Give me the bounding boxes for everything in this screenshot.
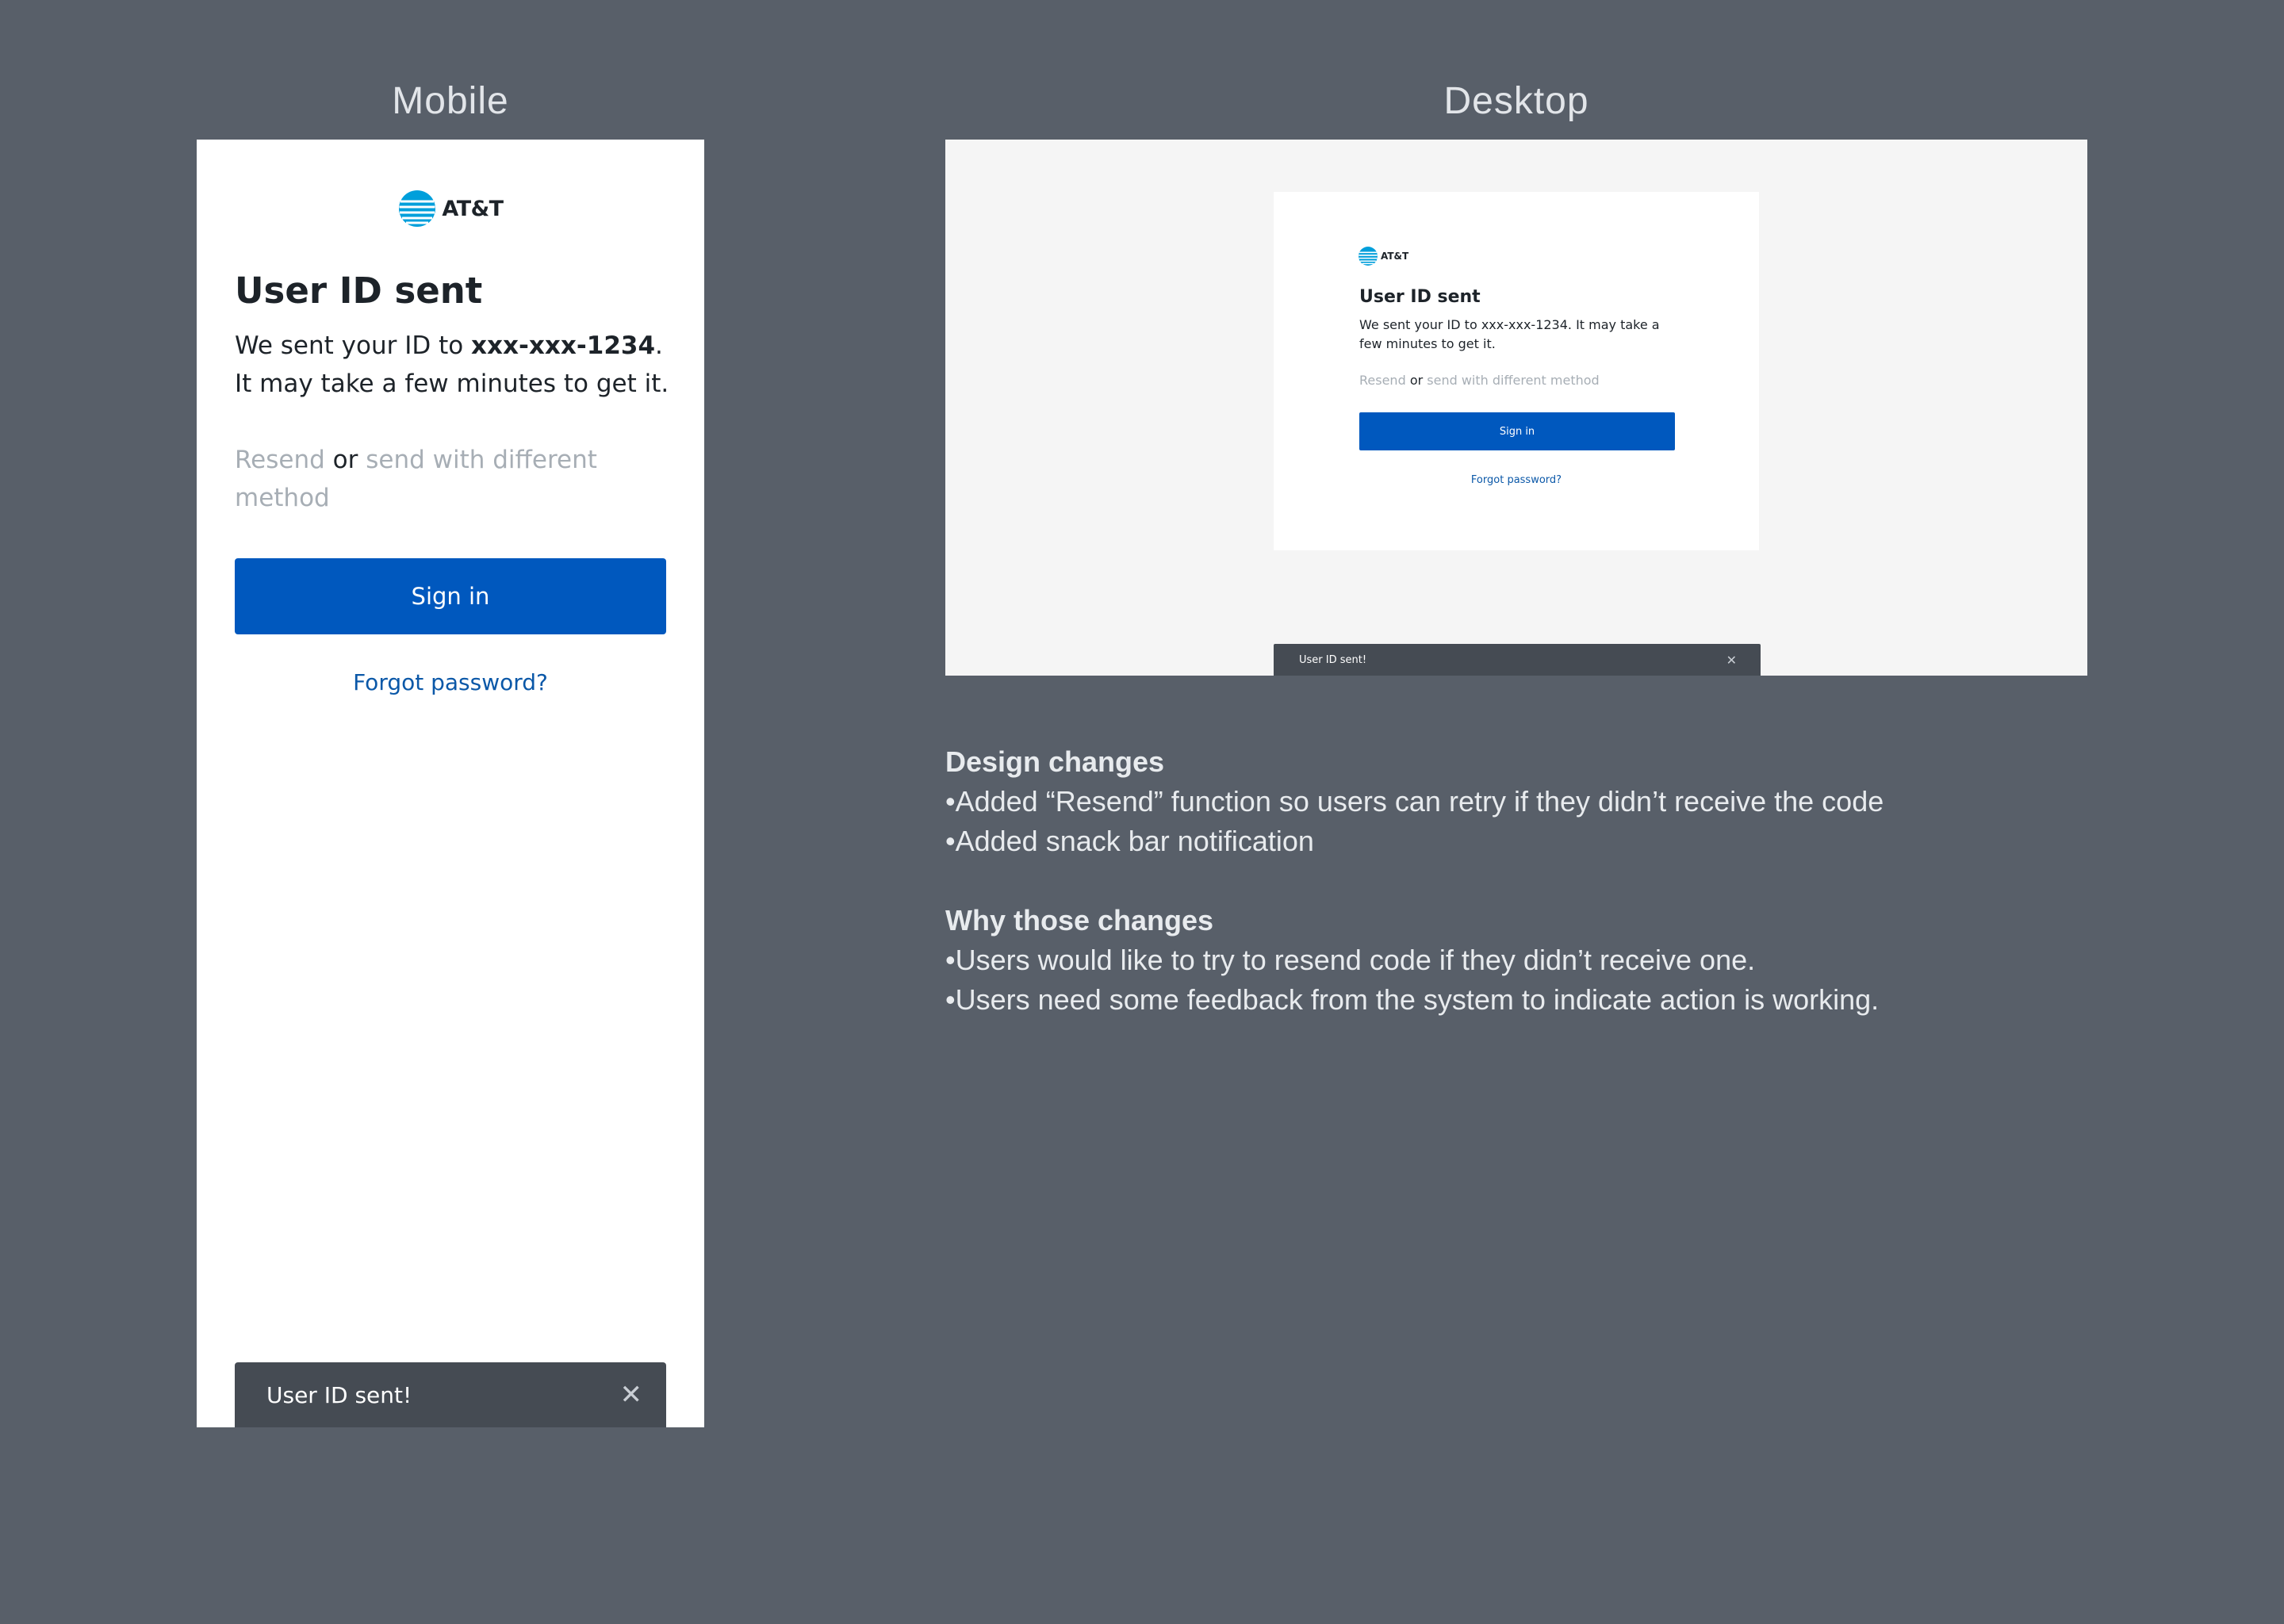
brand-logo: AT&T — [197, 189, 704, 228]
resend-link[interactable]: Resend — [1359, 373, 1406, 388]
forgot-password-link[interactable]: Forgot password? — [1274, 474, 1759, 486]
design-change-item: •Added “Resend” function so users can re… — [945, 785, 1884, 818]
design-notes: Design changes •Added “Resend” function … — [945, 742, 2214, 1020]
phone-number: xxx-xxx-1234 — [1481, 317, 1568, 332]
different-method-link[interactable]: send with different method — [1427, 373, 1599, 388]
why-changes-group: Why those changes •Users would like to t… — [945, 901, 2214, 1020]
design-changes-group: Design changes •Added “Resend” function … — [945, 742, 2214, 861]
att-globe-icon — [399, 190, 436, 227]
resend-link[interactable]: Resend — [235, 446, 325, 474]
att-globe-icon — [1359, 247, 1378, 266]
forgot-password-link[interactable]: Forgot password? — [197, 669, 704, 695]
snackbar: User ID sent! ✕ — [235, 1362, 666, 1427]
desktop-card: AT&T User ID sent We sent your ID to xxx… — [1274, 192, 1759, 550]
snackbar: User ID sent! ✕ — [1274, 644, 1761, 676]
resend-options: Resend or send with different method — [1359, 373, 1600, 388]
or-text: or — [1409, 373, 1424, 388]
brand-logo: AT&T — [1358, 246, 1408, 266]
phone-number: xxx-xxx-1234 — [471, 331, 656, 360]
brand-logo-text: AT&T — [442, 196, 504, 221]
message-prefix: We sent your ID to — [235, 331, 472, 360]
page-title: User ID sent — [1359, 287, 1481, 307]
sent-message: We sent your ID to xxx-xxx-1234. It may … — [235, 327, 679, 403]
sent-message: We sent your ID to xxx-xxx-1234. It may … — [1359, 316, 1677, 354]
mobile-mockup: AT&T User ID sent We sent your ID to xxx… — [197, 140, 704, 1427]
desktop-mockup: AT&T User ID sent We sent your ID to xxx… — [945, 140, 2087, 676]
why-changes-heading: Why those changes — [945, 904, 1214, 936]
snackbar-text: User ID sent! — [266, 1381, 412, 1408]
resend-options: Resend or send with different method — [235, 441, 647, 517]
page-title: User ID sent — [235, 270, 483, 312]
or-text: or — [332, 446, 358, 474]
why-change-item: •Users would like to try to resend code … — [945, 944, 1756, 976]
close-icon[interactable]: ✕ — [620, 1381, 643, 1408]
sign-in-button[interactable]: Sign in — [235, 558, 666, 634]
message-prefix: We sent your ID to — [1359, 317, 1481, 332]
brand-logo-text: AT&T — [1381, 251, 1409, 262]
desktop-section-title: Desktop — [1443, 80, 1589, 122]
mobile-section-title: Mobile — [392, 80, 509, 122]
why-change-item: •Users need some feedback from the syste… — [945, 983, 1880, 1016]
sign-in-button[interactable]: Sign in — [1359, 412, 1675, 450]
close-icon[interactable]: ✕ — [1726, 653, 1737, 668]
design-changes-heading: Design changes — [945, 745, 1165, 778]
design-change-item: •Added snack bar notification — [945, 825, 1314, 857]
snackbar-text: User ID sent! — [1299, 653, 1367, 666]
